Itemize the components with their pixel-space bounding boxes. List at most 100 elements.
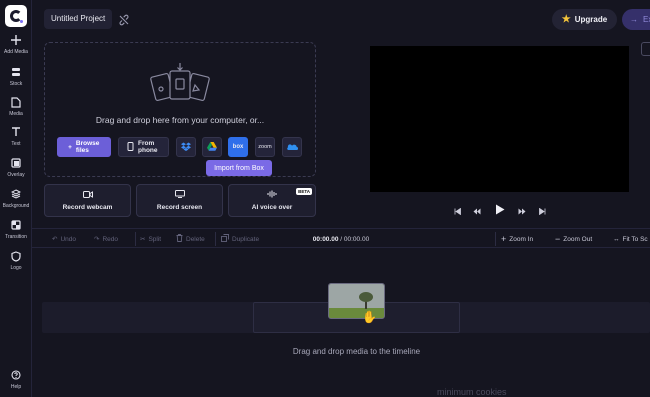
onedrive-button[interactable] — [282, 137, 302, 157]
play-icon — [495, 202, 505, 220]
zoom-in-button[interactable]: + Zoom In — [501, 229, 533, 249]
toolbar-divider — [135, 232, 136, 246]
project-title-input[interactable]: Untitled Project — [44, 9, 113, 29]
sidebar-item-transition[interactable]: Transition — [0, 219, 32, 240]
phone-icon — [127, 141, 134, 153]
arrow-right-icon: → — [630, 15, 638, 24]
skip-to-end-button[interactable] — [537, 204, 547, 218]
skip-end-icon — [538, 202, 546, 220]
plus-icon: + — [501, 234, 507, 244]
layers-icon — [10, 188, 22, 200]
zoom-out-label: Zoom Out — [563, 235, 593, 243]
media-drop-zone[interactable]: Drag and drop here from your computer, o… — [44, 42, 316, 177]
box-label: box — [232, 143, 244, 150]
duplicate-icon — [221, 234, 229, 244]
sidebar-item-label: Media — [9, 111, 23, 117]
timeline-drop-text: Drag and drop media to the timeline — [292, 347, 421, 356]
video-preview[interactable] — [370, 46, 629, 192]
drag-drop-text: Drag and drop here from your computer, o… — [95, 115, 265, 125]
sidebar-item-text[interactable]: Text — [0, 126, 32, 147]
duplicate-button[interactable]: Duplicate — [221, 229, 259, 249]
box-button[interactable]: box — [228, 137, 248, 157]
export-label: Ex — [643, 15, 650, 24]
shield-icon — [10, 250, 22, 262]
play-button[interactable] — [493, 204, 507, 218]
sidebar-item-help[interactable]: Help — [0, 369, 32, 390]
sidebar-item-add-media[interactable]: Add Media — [0, 34, 32, 55]
upgrade-label: Upgrade — [574, 15, 608, 24]
dropbox-button[interactable] — [176, 137, 196, 157]
plus-icon — [10, 34, 22, 46]
fit-to-screen-button[interactable]: ↔ Fit To Sc — [613, 229, 648, 249]
record-webcam-button[interactable]: Record webcam — [44, 184, 131, 217]
redo-label: Redo — [102, 235, 118, 243]
sidebar-item-overlay[interactable]: Overlay — [0, 157, 32, 178]
duplicate-label: Duplicate — [232, 235, 260, 243]
fast-forward-button[interactable] — [517, 204, 527, 218]
star-icon: ★ — [561, 14, 571, 25]
ai-voice-over-button[interactable]: BETA AI voice over — [228, 184, 316, 217]
undo-icon: ↶ — [52, 236, 58, 243]
rewind-icon — [473, 202, 481, 220]
rewind-button[interactable] — [472, 204, 482, 218]
zoom-label: zoom — [258, 143, 272, 150]
sidebar-item-label: Background — [2, 203, 30, 209]
sidebar-item-label: Overlay — [7, 172, 25, 178]
google-drive-button[interactable] — [202, 137, 222, 157]
timeline-toolbar: ↶ Undo ↷ Redo ✂ Split Delete Duplicate 0… — [32, 228, 650, 248]
sidebar-item-stock[interactable]: Stock — [0, 66, 32, 87]
help-icon — [10, 369, 22, 381]
skip-start-icon — [454, 202, 461, 220]
record-screen-label: Record screen — [156, 204, 203, 211]
export-button[interactable]: → Ex — [622, 9, 650, 30]
file-icon — [10, 96, 22, 108]
ai-voice-over-label: AI voice over — [251, 204, 293, 211]
from-phone-label: From phone — [138, 140, 158, 154]
beta-badge: BETA — [296, 188, 312, 195]
fit-icon: ↔ — [613, 235, 620, 243]
sidebar-item-label: Transition — [5, 234, 27, 240]
fit-label: Fit To Sc — [622, 235, 648, 243]
sidebar-item-background[interactable]: Background — [0, 188, 32, 209]
split-button[interactable]: ✂ Split — [140, 229, 161, 249]
split-label: Split — [148, 235, 162, 243]
delete-label: Delete — [186, 235, 205, 243]
clipchamp-logo[interactable] — [5, 5, 27, 27]
zoom-button[interactable]: zoom — [255, 137, 275, 157]
delete-button[interactable]: Delete — [176, 229, 205, 249]
redo-button[interactable]: ↷ Redo — [94, 229, 118, 249]
onedrive-cloud-icon — [286, 143, 298, 152]
stock-icon — [10, 66, 22, 78]
files-illustration-icon — [150, 63, 210, 101]
text-icon — [10, 126, 22, 138]
sidebar-item-logo[interactable]: Logo — [0, 250, 32, 271]
undo-label: Undo — [60, 235, 76, 243]
transition-icon — [10, 219, 22, 231]
camera-icon — [82, 190, 93, 200]
browse-files-button[interactable]: + Browse files — [57, 137, 111, 157]
record-screen-button[interactable]: Record screen — [136, 184, 223, 217]
undo-button[interactable]: ↶ Undo — [52, 229, 76, 249]
redo-icon: ↷ — [94, 236, 100, 243]
trash-icon — [176, 234, 183, 244]
overlay-icon — [10, 157, 22, 169]
preview-side-toggle[interactable] — [641, 42, 650, 56]
record-webcam-label: Record webcam — [62, 203, 113, 211]
upgrade-button[interactable]: ★ Upgrade — [552, 9, 617, 30]
sidebar-item-label: Logo — [10, 265, 22, 271]
plus-icon: + — [68, 143, 72, 151]
sidebar-item-label: Add Media — [4, 49, 28, 55]
browse-files-label: Browse files — [75, 140, 100, 154]
cookies-text: minimum cookies — [437, 387, 507, 397]
scissors-icon: ✂ — [140, 236, 146, 243]
zoom-out-button[interactable]: − Zoom Out — [555, 229, 592, 249]
sidebar-item-label: Stock — [9, 81, 23, 87]
skip-to-start-button[interactable] — [452, 204, 462, 218]
import-from-box-tooltip: Import from Box — [206, 160, 272, 176]
sidebar-item-label: Help — [10, 384, 22, 390]
unlink-icon[interactable] — [118, 13, 130, 26]
from-phone-button[interactable]: From phone — [118, 137, 169, 157]
sidebar-item-media[interactable]: Media — [0, 96, 32, 117]
minus-icon: − — [555, 234, 561, 244]
sidebar-item-label: Text — [11, 141, 21, 147]
